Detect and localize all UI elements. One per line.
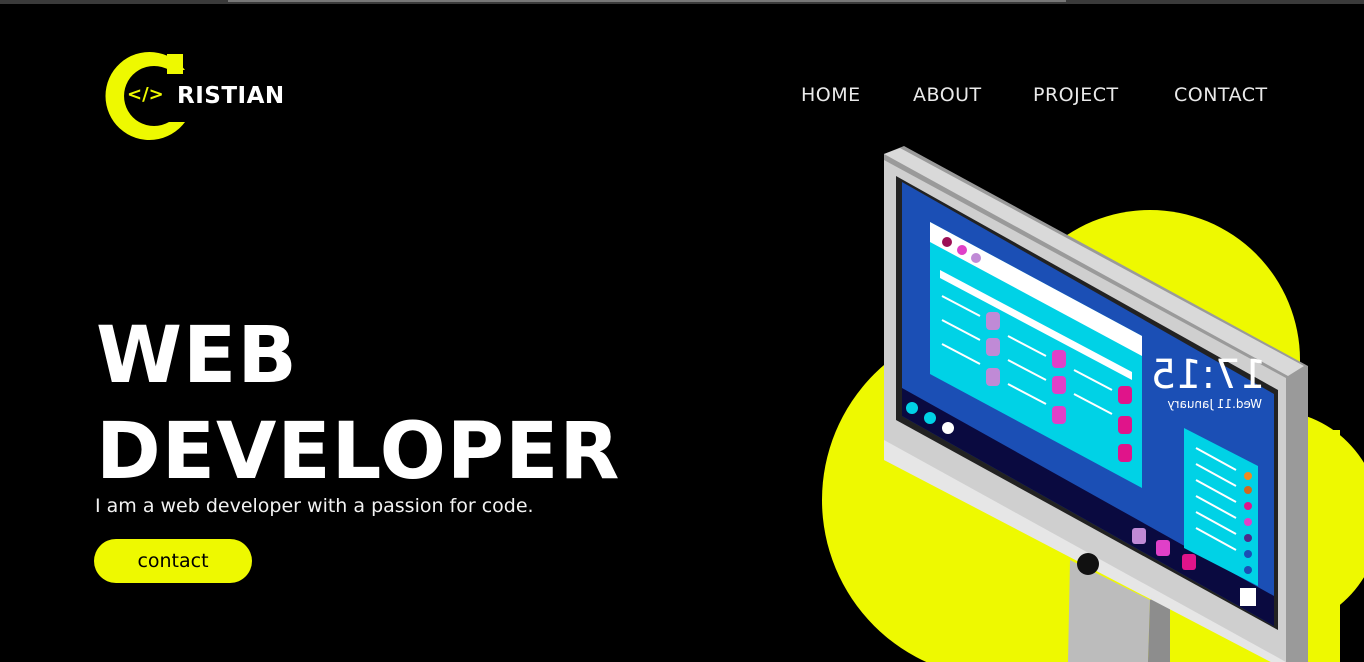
screen-clock: 17:15 Wed.11 January [1151,352,1266,411]
nav-contact[interactable]: CONTACT [1174,84,1268,106]
clock-date: Wed.11 January [1167,397,1262,411]
hero-subtitle: I am a web developer with a passion for … [95,495,534,517]
nav-about[interactable]: ABOUT [913,84,982,106]
taskbar-square-icon [1240,588,1256,606]
hero-title-line-2: DEVELOPER [96,407,621,497]
contact-button[interactable]: contact [94,539,252,583]
taskbar-app-icon [1156,540,1170,556]
taskbar-app-icon [1132,528,1146,544]
hero-title: WEB DEVELOPER [96,308,620,500]
desktop-monitor-illustration: 17:15 Wed.11 January [822,146,1364,662]
hero-title-line-1: WEB [96,311,298,401]
dock-dot-icon [942,422,954,434]
scroll-indicator [228,0,1066,2]
dock-dot-icon [906,402,918,414]
dock-dot-icon [924,412,936,424]
nav-project[interactable]: PROJECT [1033,84,1119,106]
browser-top-edge [0,0,1364,4]
taskbar-app-icon [1182,554,1196,570]
nav-home[interactable]: HOME [801,84,861,106]
clock-time: 17:15 [1151,352,1266,398]
main-nav: HOME ABOUT PROJECT CONTACT [0,84,1364,108]
